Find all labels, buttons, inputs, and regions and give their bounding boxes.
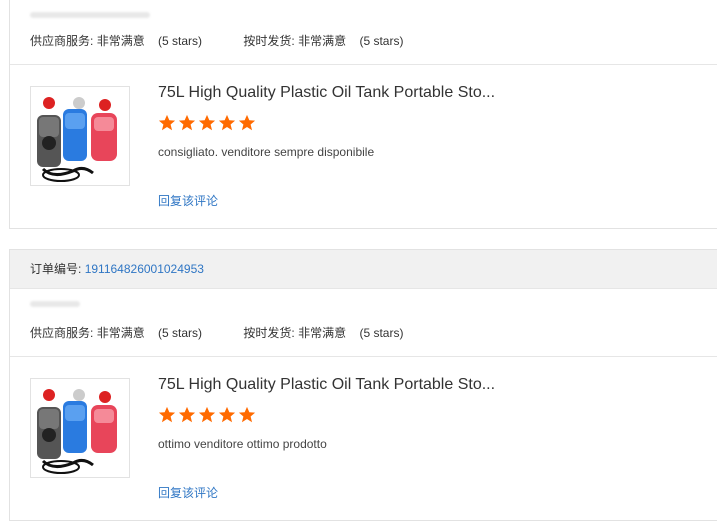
rating-row: 供应商服务: 非常满意 (5 stars) 按时发货: 非常满意 (5 star… (30, 32, 403, 49)
review-card: 供应商服务: 非常满意 (5 stars) 按时发货: 非常满意 (5 star… (9, 0, 717, 229)
star-icon (158, 406, 176, 423)
star-icon (178, 406, 196, 423)
product-title[interactable]: 75L High Quality Plastic Oil Tank Portab… (158, 376, 495, 394)
shipping-stars: (5 stars) (359, 326, 404, 340)
product-rating-stars (158, 114, 256, 132)
star-icon (238, 114, 256, 131)
order-header: 订单编号: 191164826001024953 (10, 250, 717, 289)
product-rating-stars (158, 406, 256, 424)
star-icon (238, 406, 256, 423)
review-comment: consigliato. venditore sempre disponibil… (158, 145, 375, 159)
buyer-name-redacted (30, 301, 80, 307)
service-value: 非常满意 (96, 326, 145, 340)
order-label: 订单编号: (30, 262, 82, 276)
order-number-link[interactable]: 191164826001024953 (85, 262, 204, 276)
rating-row: 供应商服务: 非常满意 (5 stars) 按时发货: 非常满意 (5 star… (30, 324, 403, 341)
product-thumbnail[interactable] (30, 86, 130, 186)
buyer-name-redacted (30, 12, 150, 18)
shipping-value: 非常满意 (298, 34, 347, 48)
oil-tank-image (37, 389, 117, 474)
reply-to-review-link[interactable]: 回复该评论 (158, 484, 218, 501)
service-stars: (5 stars) (158, 34, 203, 48)
reply-to-review-link[interactable]: 回复该评论 (158, 192, 218, 209)
service-label: 供应商服务: (30, 34, 94, 48)
shipping-label: 按时发货: (243, 326, 295, 340)
divider (10, 64, 717, 65)
shipping-stars: (5 stars) (359, 34, 404, 48)
oil-tank-image (37, 97, 117, 182)
divider (10, 356, 717, 357)
star-icon (198, 406, 216, 423)
service-label: 供应商服务: (30, 326, 94, 340)
star-icon (158, 114, 176, 131)
review-card: 订单编号: 191164826001024953 供应商服务: 非常满意 (5 … (9, 249, 717, 521)
shipping-value: 非常满意 (298, 326, 347, 340)
service-stars: (5 stars) (158, 326, 203, 340)
product-title[interactable]: 75L High Quality Plastic Oil Tank Portab… (158, 84, 495, 102)
star-icon (218, 406, 236, 423)
shipping-label: 按时发货: (243, 34, 295, 48)
service-value: 非常满意 (96, 34, 145, 48)
review-comment: ottimo venditore ottimo prodotto (158, 437, 327, 451)
product-thumbnail[interactable] (30, 378, 130, 478)
star-icon (198, 114, 216, 131)
star-icon (178, 114, 196, 131)
star-icon (218, 114, 236, 131)
